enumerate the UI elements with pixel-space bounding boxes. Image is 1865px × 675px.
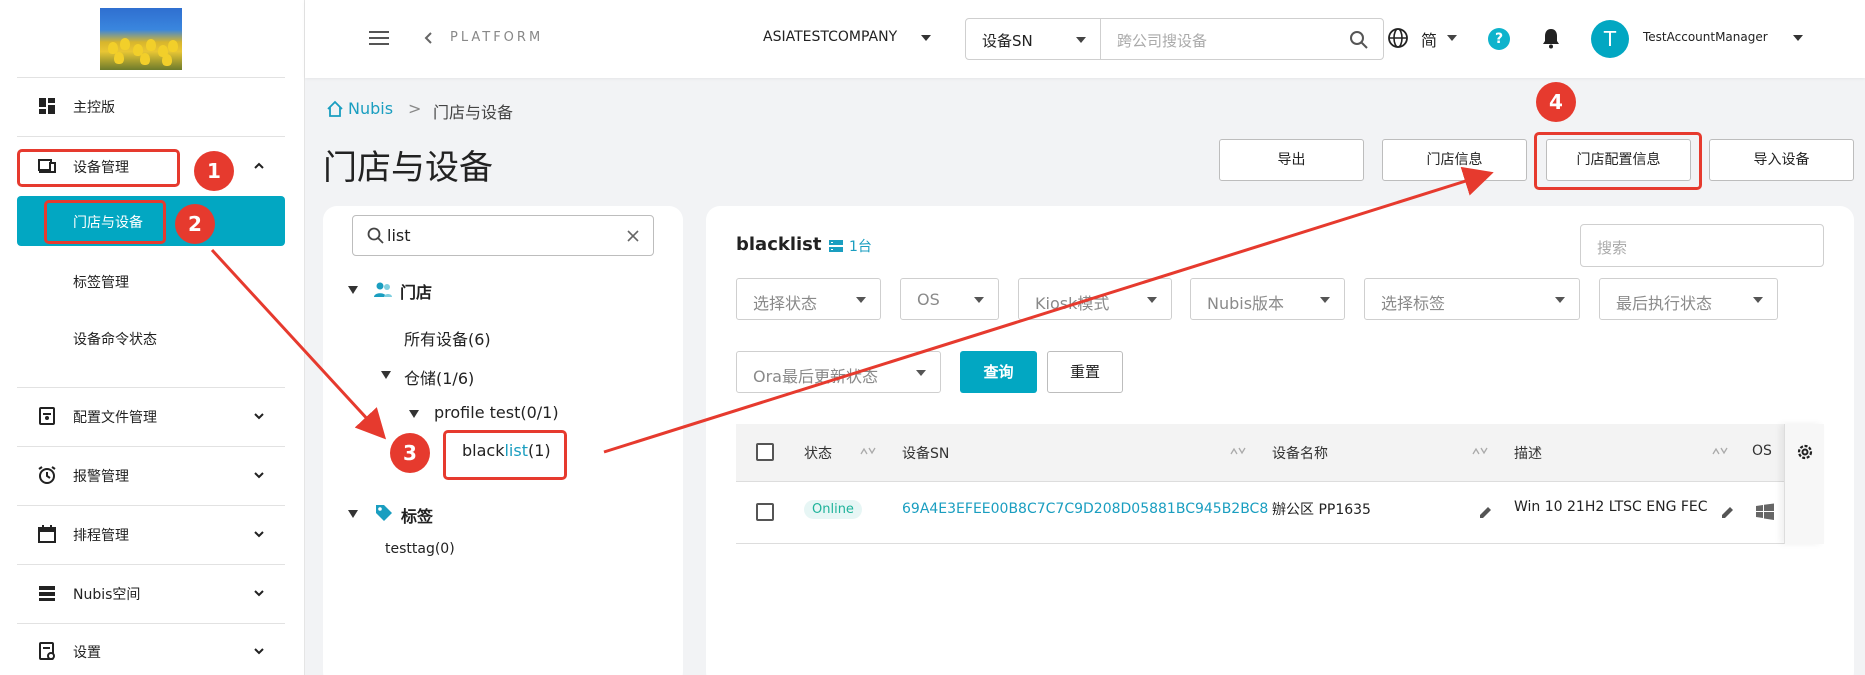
step-number-badge: 2: [175, 204, 215, 244]
arrow-step-3-to-4: [603, 166, 1494, 454]
annotation-arrows: [210, 166, 1494, 454]
step-number-badge: 1: [194, 151, 234, 191]
arrow-step-2-to-3: [210, 248, 387, 440]
step-number-badge: 3: [390, 433, 430, 473]
step-number-badge: 4: [1536, 82, 1576, 122]
